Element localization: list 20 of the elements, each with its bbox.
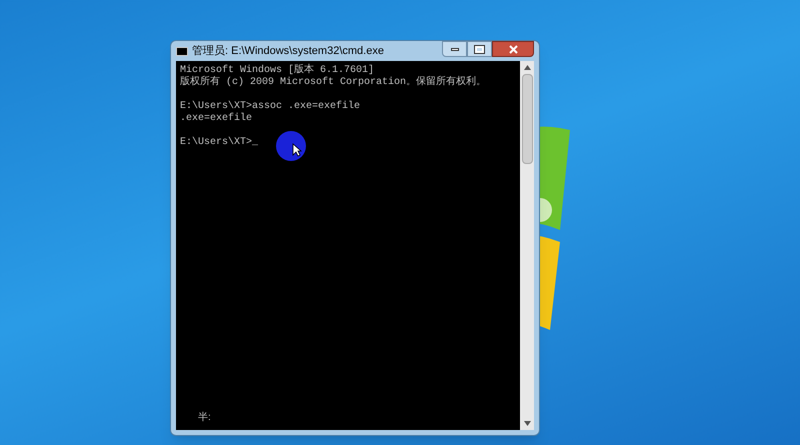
maximize-icon xyxy=(475,46,484,52)
maximize-button[interactable] xyxy=(467,41,492,57)
scroll-up-icon[interactable] xyxy=(524,65,530,70)
close-button[interactable] xyxy=(492,41,534,57)
pointer-highlight xyxy=(276,131,306,161)
minimize-icon xyxy=(450,48,458,50)
console-app-icon xyxy=(176,46,188,56)
console-line: E:\Users\XT>assoc .exe=exefile xyxy=(180,101,362,112)
console-line: .exe=exefile xyxy=(180,113,254,125)
vertical-scrollbar[interactable] xyxy=(520,61,534,430)
console-line: Microsoft Windows [版本 6.1.7601] xyxy=(180,65,376,76)
console-line: 版权所有 (c) 2009 Microsoft Corporation。保留所有权利。 xyxy=(180,77,488,89)
window-title: 管理员: E:\Windows\system32\cmd.exe xyxy=(192,44,384,59)
mouse-pointer-icon xyxy=(292,143,302,157)
minimize-button[interactable] xyxy=(442,41,467,57)
scrollbar-thumb[interactable] xyxy=(522,74,532,164)
ime-indicator: 半: xyxy=(198,412,211,423)
console-line: E:\Users\XT>_ xyxy=(180,137,260,149)
scroll-down-icon[interactable] xyxy=(524,421,530,426)
close-icon xyxy=(508,44,518,54)
